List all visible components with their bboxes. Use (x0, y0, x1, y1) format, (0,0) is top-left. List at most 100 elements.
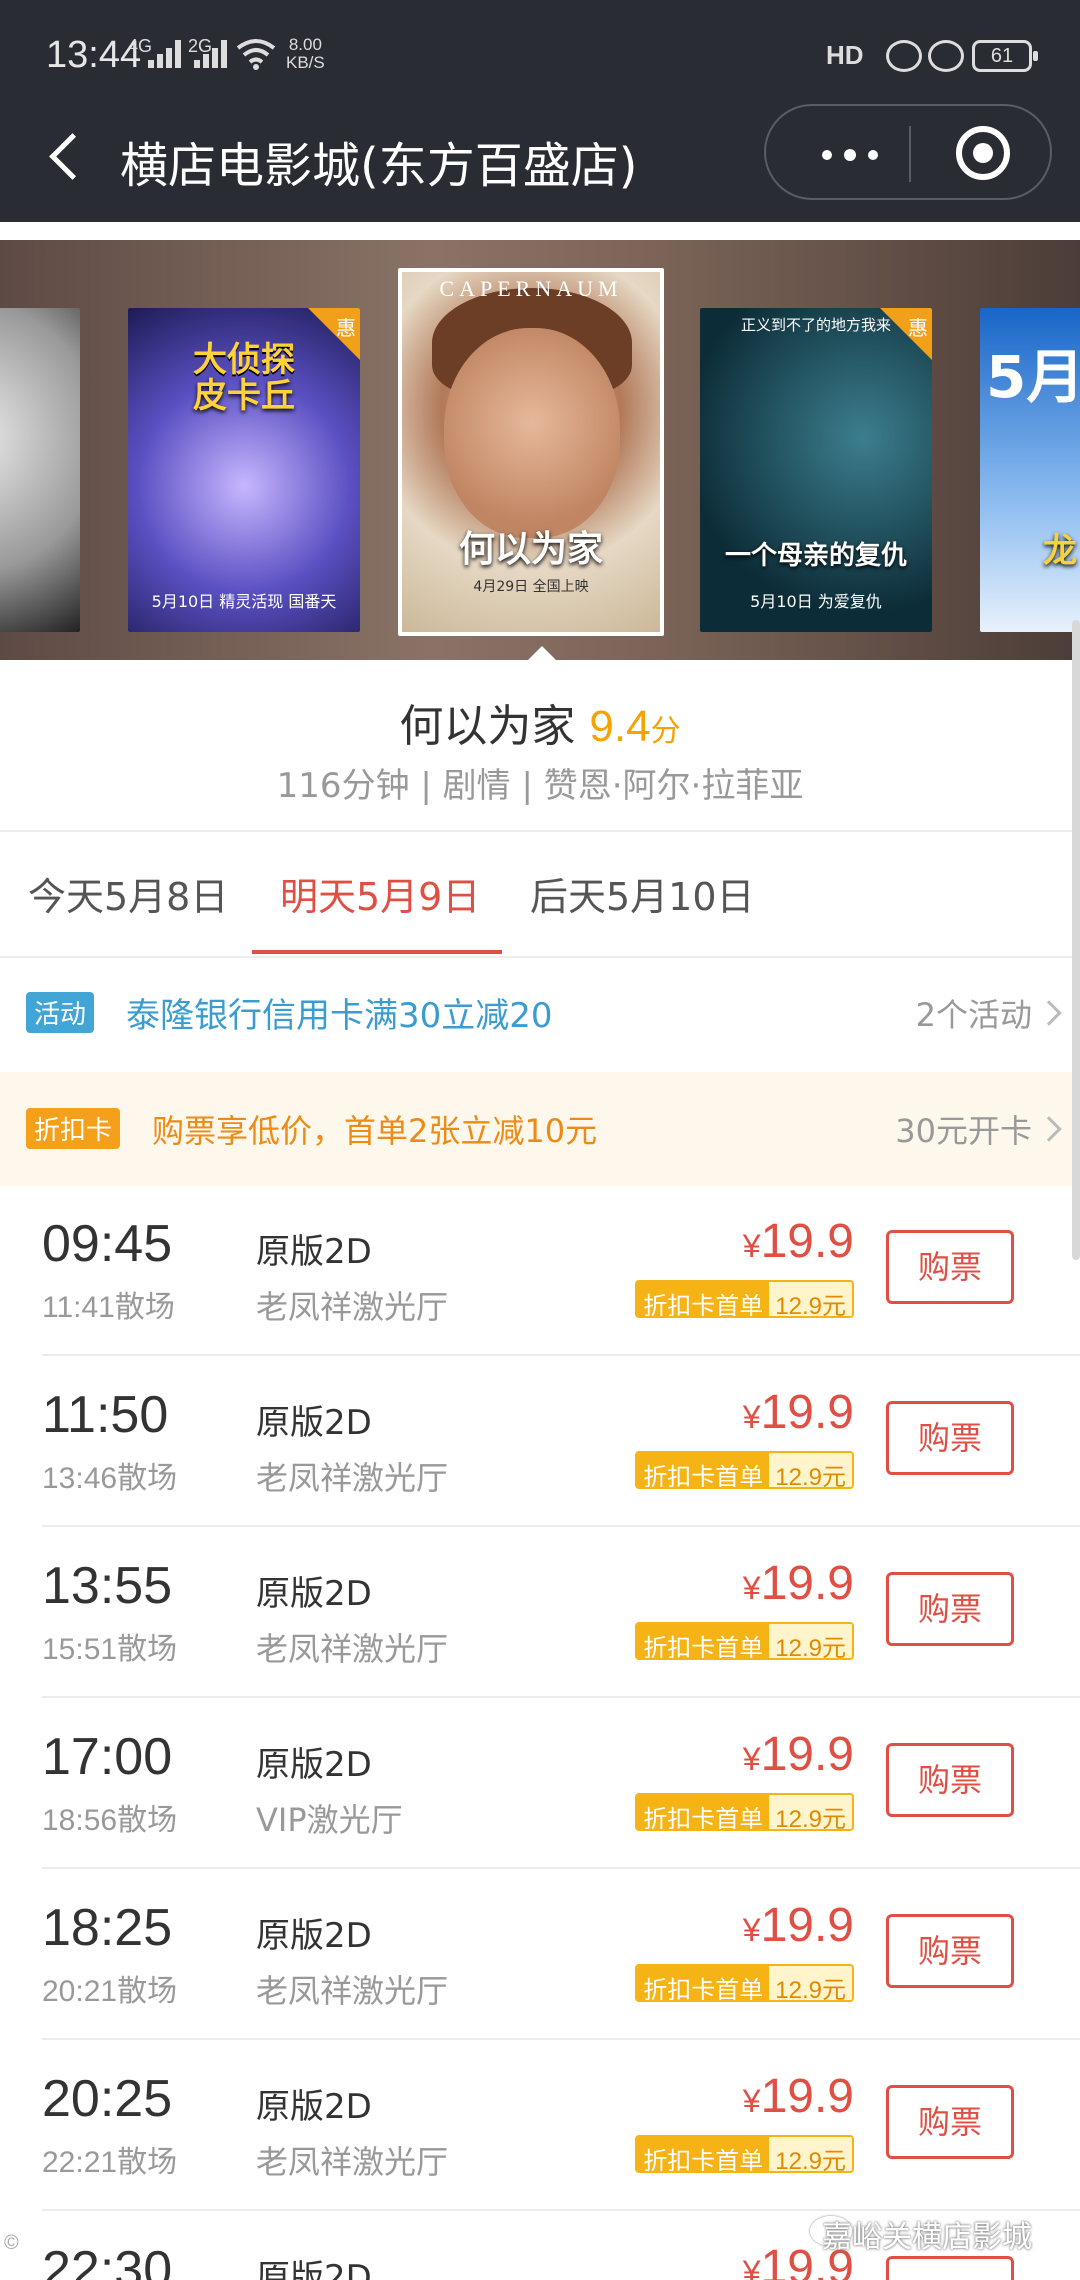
poster-english-title: CAPERNAUM (439, 276, 623, 301)
status-bar: 13:44 4G 2G 8.00 KB/S HD 61 (0, 0, 1080, 110)
activity-more-link[interactable]: 2个活动 (916, 990, 1032, 1036)
show-hall: VIP激光厅 (256, 1801, 403, 1839)
show-price: ¥19.9 (743, 1898, 854, 1953)
poster-selected-title: 何以为家 (458, 529, 603, 570)
promo-badge: 折扣卡首单 12.9元 (635, 1451, 854, 1489)
row-divider (42, 1696, 1080, 1698)
battery-icon: 61 (972, 40, 1038, 72)
buy-ticket-button[interactable]: 购票 (886, 1743, 1014, 1817)
poster-carousel[interactable]: 大侦探 皮卡丘 5月10日 精灵活现 国番天 惠 CAPERNAUM 何以为家 … (0, 240, 1080, 660)
currency-symbol: ¥ (742, 1228, 761, 1264)
show-version: 原版2D (256, 2087, 372, 2127)
discount-card-tag: 折扣卡 (26, 1108, 121, 1149)
capsule-divider (909, 126, 911, 182)
promo-price: 12.9元 (769, 1453, 852, 1487)
tab-day-after[interactable]: 后天5月10日 (530, 866, 755, 921)
wifi-icon (236, 39, 276, 70)
show-price: ¥19.9 (743, 1556, 854, 1611)
price-value: 19.9 (760, 1215, 854, 1268)
price-value: 19.9 (760, 1728, 854, 1781)
promo-price: 12.9元 (769, 1795, 852, 1829)
show-start-time: 11:50 (42, 1386, 169, 1444)
buy-ticket-button[interactable]: 购票 (886, 1572, 1014, 1646)
show-price: ¥19.9 (743, 1214, 854, 1269)
show-version: 原版2D (256, 1403, 372, 1443)
discount-card-row[interactable]: 折扣卡 购票享低价，首单2张立减10元 30元开卡 (0, 1072, 1080, 1186)
show-start-time: 13:55 (42, 1557, 173, 1615)
showtime-row: 13:55 15:51散场 原版2D 老凤祥激光厅 ¥19.9 折扣卡首单 12.… (0, 1528, 1080, 1698)
show-hall: 老凤祥激光厅 (256, 1459, 449, 1497)
signal-icon (148, 40, 182, 68)
buy-ticket-button[interactable]: 购票 (886, 1401, 1014, 1475)
row-divider (42, 1354, 1080, 1356)
scrollbar[interactable] (1072, 620, 1080, 1260)
score-unit: 分 (650, 714, 681, 749)
show-version: 原版2D (256, 1232, 372, 1272)
page-title: 横店电影城(东方百盛店) (120, 138, 638, 194)
top-bar: 13:44 4G 2G 8.00 KB/S HD 61 横店电影城(东方百盛店) (0, 0, 1080, 222)
poster-selected-date: 4月29日 全国上映 (473, 579, 589, 595)
poster-3-title: 一个母亲的复仇 (724, 541, 907, 571)
showtime-row: 17:00 18:56散场 原版2D VIP激光厅 ¥19.9 折扣卡首单 12.… (0, 1699, 1080, 1869)
more-icon[interactable] (810, 136, 890, 172)
show-start-time: 22:30 (42, 2241, 173, 2280)
currency-symbol: ¥ (742, 2083, 761, 2119)
promo-badge: 折扣卡首单 12.9元 (635, 1280, 854, 1318)
poster-3[interactable]: 正义到不了的地方我来 一个母亲的复仇 5月10日 为爱复仇 惠 (700, 308, 932, 632)
show-end-time: 11:41散场 (42, 1291, 175, 1324)
buy-ticket-button[interactable] (886, 2256, 1014, 2280)
poster-0[interactable] (0, 308, 80, 632)
show-start-time: 09:45 (42, 1215, 173, 1273)
hd-icon: HD (826, 40, 864, 70)
currency-symbol: ¥ (742, 1399, 761, 1435)
show-version: 原版2D (256, 1745, 372, 1785)
showtime-row: 18:25 20:21散场 原版2D 老凤祥激光厅 ¥19.9 折扣卡首单 12.… (0, 1870, 1080, 2040)
poster-4[interactable]: 5月 龙 (980, 308, 1080, 632)
show-version: 原版2D (256, 2258, 372, 2280)
price-value: 19.9 (760, 2070, 854, 2123)
showtime-row: 20:25 22:21散场 原版2D 老凤祥激光厅 ¥19.9 折扣卡首单 12.… (0, 2041, 1080, 2211)
buy-ticket-button[interactable]: 购票 (886, 1914, 1014, 1988)
promo-label: 折扣卡首单 (637, 1966, 770, 2000)
promo-badge: 折扣卡首单 12.9元 (635, 1793, 854, 1831)
promo-label: 折扣卡首单 (637, 1453, 770, 1487)
promo-price: 12.9元 (769, 2137, 852, 2171)
movie-score: 9.4 (589, 702, 651, 751)
currency-symbol: ¥ (742, 1570, 761, 1606)
promo-badge: 折扣卡首单 12.9元 (635, 2135, 854, 2173)
alarm-icon (928, 40, 964, 72)
discount-badge-label: 惠 (336, 316, 356, 340)
promo-badge: 折扣卡首单 12.9元 (635, 1964, 854, 2002)
currency-symbol: ¥ (742, 1741, 761, 1777)
poster-1[interactable]: 大侦探 皮卡丘 5月10日 精灵活现 国番天 惠 (128, 308, 360, 632)
lock-icon (886, 40, 922, 72)
network-speed: 8.00 KB/S (286, 36, 325, 72)
poster-selected[interactable]: CAPERNAUM 何以为家 4月29日 全国上映 (398, 268, 664, 636)
buy-ticket-button[interactable]: 购票 (886, 2085, 1014, 2159)
poster-face (444, 328, 620, 538)
tab-today[interactable]: 今天5月8日 (28, 866, 228, 921)
speed-unit: KB/S (286, 53, 325, 72)
movie-name: 何以为家 (399, 701, 576, 752)
buy-ticket-button[interactable]: 购票 (886, 1230, 1014, 1304)
back-icon[interactable] (42, 126, 102, 186)
poster-1-title: 皮卡丘 (193, 376, 295, 416)
activity-row[interactable]: 活动 泰隆银行信用卡满30立减20 2个活动 (0, 956, 1080, 1070)
poster-4-title: 龙 (1043, 531, 1077, 571)
show-end-time: 18:56散场 (42, 1804, 178, 1837)
row-divider (42, 2038, 1080, 2040)
corner-watermark: © (4, 2232, 19, 2254)
promo-price: 12.9元 (769, 1966, 852, 2000)
show-hall: 老凤祥激光厅 (256, 2143, 449, 2181)
tab-tomorrow[interactable]: 明天5月9日 (280, 866, 480, 921)
show-hall: 老凤祥激光厅 (256, 1630, 449, 1668)
poster-3-date: 5月10日 为爱复仇 (750, 592, 882, 611)
promo-price: 12.9元 (769, 1282, 852, 1316)
currency-symbol: ¥ (742, 1912, 761, 1948)
selected-indicator (528, 646, 556, 660)
nav-bar: 横店电影城(东方百盛店) (0, 100, 1080, 222)
close-miniprogram-icon[interactable] (956, 126, 1010, 180)
watermark-text: 嘉峪关横店影城 (822, 2220, 1032, 2255)
show-price: ¥19.9 (743, 1385, 854, 1440)
discount-card-open-link[interactable]: 30元开卡 (895, 1106, 1032, 1152)
